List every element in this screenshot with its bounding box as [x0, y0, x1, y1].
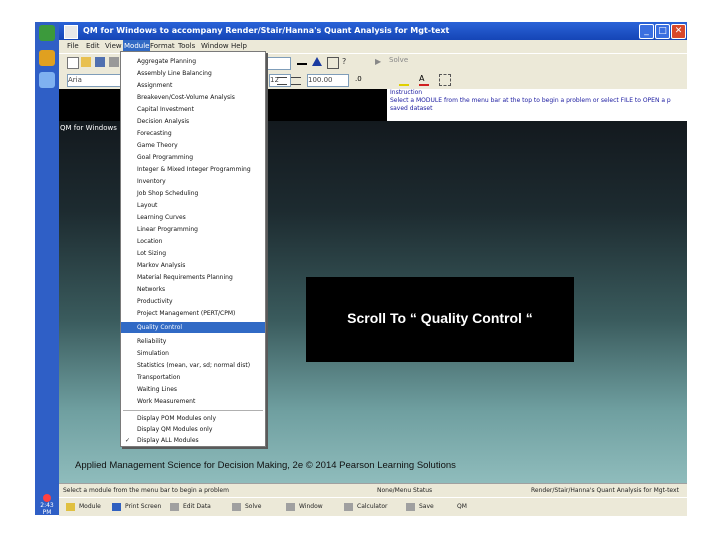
new-file-icon[interactable] [67, 57, 79, 69]
align-left-icon[interactable] [277, 77, 287, 85]
align-center-icon[interactable] [291, 77, 301, 85]
menu-item[interactable]: Inventory [121, 176, 265, 187]
save-bottom-button[interactable]: Save [405, 501, 434, 513]
workspace-caption: QM for Windows [60, 124, 117, 132]
bottom-toolbar: Module Print Screen Edit Data Solve Wind… [59, 497, 687, 516]
start-button-icon[interactable] [39, 25, 55, 41]
menu-file[interactable]: File [67, 40, 79, 53]
save-icon[interactable] [95, 57, 105, 67]
app-icon [64, 25, 78, 39]
grid-icon[interactable] [327, 57, 339, 69]
menu-item[interactable]: Statistics (mean, var, sd; normal dist) [121, 360, 265, 371]
status-mid: None/Menu Status [377, 487, 433, 494]
window-button[interactable]: Window [285, 501, 323, 513]
print-icon[interactable] [109, 57, 119, 67]
callout-text: Scroll To “ Quality Control “ [347, 310, 533, 326]
menu-item[interactable]: Forecasting [121, 128, 265, 139]
menu-item-display-qm[interactable]: Display QM Modules only [121, 424, 265, 435]
menu-item[interactable]: Goal Programming [121, 152, 265, 163]
solve-icon[interactable]: ▶ [375, 57, 385, 67]
status-right: Render/Stair/Hanna's Quant Analysis for … [531, 487, 679, 494]
menu-item[interactable]: Integer & Mixed Integer Programming [121, 164, 265, 175]
menu-item[interactable]: Job Shop Scheduling [121, 188, 265, 199]
menu-item[interactable]: Game Theory [121, 140, 265, 151]
menu-item-display-pom[interactable]: Display POM Modules only [121, 413, 265, 424]
solve-bottom-button[interactable]: Solve [231, 501, 261, 513]
instruction-callout: Scroll To “ Quality Control “ [306, 277, 574, 362]
calculator-button[interactable]: Calculator [343, 501, 387, 513]
instruction-heading: Instruction [390, 89, 423, 96]
volume-icon[interactable] [43, 494, 51, 502]
menu-item[interactable]: Learning Curves [121, 212, 265, 223]
slide-footer: Applied Management Science for Decision … [75, 460, 456, 471]
menu-item-display-all[interactable]: ✓ Display ALL Modules [121, 435, 265, 446]
window-icon [286, 503, 295, 511]
triangle-icon[interactable] [312, 57, 322, 66]
menu-item[interactable]: Lot Sizing [121, 248, 265, 259]
status-left: Select a module from the menu bar to beg… [63, 487, 229, 494]
menu-item[interactable]: Capital Investment [121, 104, 265, 115]
instruction-text-2: saved dataset [390, 105, 433, 112]
maximize-button[interactable]: □ [655, 24, 670, 39]
window-title: QM for Windows to accompany Render/Stair… [83, 26, 450, 35]
font-color-icon[interactable]: A [419, 74, 429, 86]
menu-item[interactable]: Assembly Line Balancing [121, 68, 265, 79]
menu-item[interactable]: Markov Analysis [121, 260, 265, 271]
calculator-icon [344, 503, 353, 511]
quick-launch-icon[interactable] [39, 50, 55, 66]
minimize-doc-icon[interactable] [297, 57, 307, 65]
number-format-combo[interactable]: 100.00 [307, 74, 349, 87]
menu-item[interactable]: Project Management (PERT/CPM) [121, 308, 265, 319]
menu-item[interactable]: Breakeven/Cost-Volume Analysis [121, 92, 265, 103]
fill-color-icon[interactable] [399, 74, 409, 86]
desktop-show-icon[interactable] [39, 72, 55, 88]
module-menu: Aggregate Planning Assembly Line Balanci… [120, 51, 266, 447]
menu-separator [123, 410, 263, 411]
menu-edit[interactable]: Edit [86, 40, 100, 53]
instruction-panel: Instruction Select a MODULE from the men… [387, 89, 687, 121]
module-icon [66, 503, 75, 511]
clock-time: 2:43 PM [40, 502, 54, 516]
menu-item[interactable]: Reliability [121, 336, 265, 347]
menu-item[interactable]: Layout [121, 200, 265, 211]
menu-item[interactable]: Material Requirements Planning [121, 272, 265, 283]
module-button[interactable]: Module [65, 501, 101, 513]
edit-data-icon [170, 503, 179, 511]
checkmark-icon: ✓ [125, 437, 131, 444]
decimal-icon[interactable]: .0 [355, 74, 365, 84]
vertical-taskbar [35, 22, 59, 515]
qm-button[interactable]: QM [443, 501, 467, 513]
close-button[interactable]: ✕ [671, 24, 686, 39]
menu-item[interactable]: Simulation [121, 348, 265, 359]
window-titlebar: QM for Windows to accompany Render/Stair… [59, 22, 687, 40]
print-screen-icon [112, 503, 121, 511]
menu-item[interactable]: Decision Analysis [121, 116, 265, 127]
print-screen-button[interactable]: Print Screen [111, 501, 161, 513]
menu-item[interactable]: Linear Programming [121, 224, 265, 235]
edit-data-button[interactable]: Edit Data [169, 501, 211, 513]
menu-item[interactable]: Transportation [121, 372, 265, 383]
save-bottom-icon [406, 503, 415, 511]
system-clock: 2:43 PM [35, 494, 59, 516]
solve-bottom-icon [232, 503, 241, 511]
menu-item[interactable]: Productivity [121, 296, 265, 307]
solve-button[interactable]: Solve [389, 56, 408, 64]
instruction-text: Select a MODULE from the menu bar at the… [390, 97, 671, 104]
menu-item[interactable]: Networks [121, 284, 265, 295]
menu-item[interactable]: Work Measurement [121, 396, 265, 407]
zoom-combo[interactable] [267, 57, 291, 70]
menu-item[interactable]: Location [121, 236, 265, 247]
minimize-button[interactable]: _ [639, 24, 654, 39]
menu-item[interactable]: Assignment [121, 80, 265, 91]
menu-item[interactable]: Waiting Lines [121, 384, 265, 395]
open-folder-icon[interactable] [81, 57, 91, 67]
menu-item[interactable]: Aggregate Planning [121, 56, 265, 67]
status-bar: Select a module from the menu bar to beg… [59, 483, 687, 497]
menu-item-quality-control[interactable]: Quality Control [121, 322, 265, 333]
borders-icon[interactable] [439, 74, 451, 86]
help-pointer-icon[interactable]: ? [342, 57, 352, 67]
